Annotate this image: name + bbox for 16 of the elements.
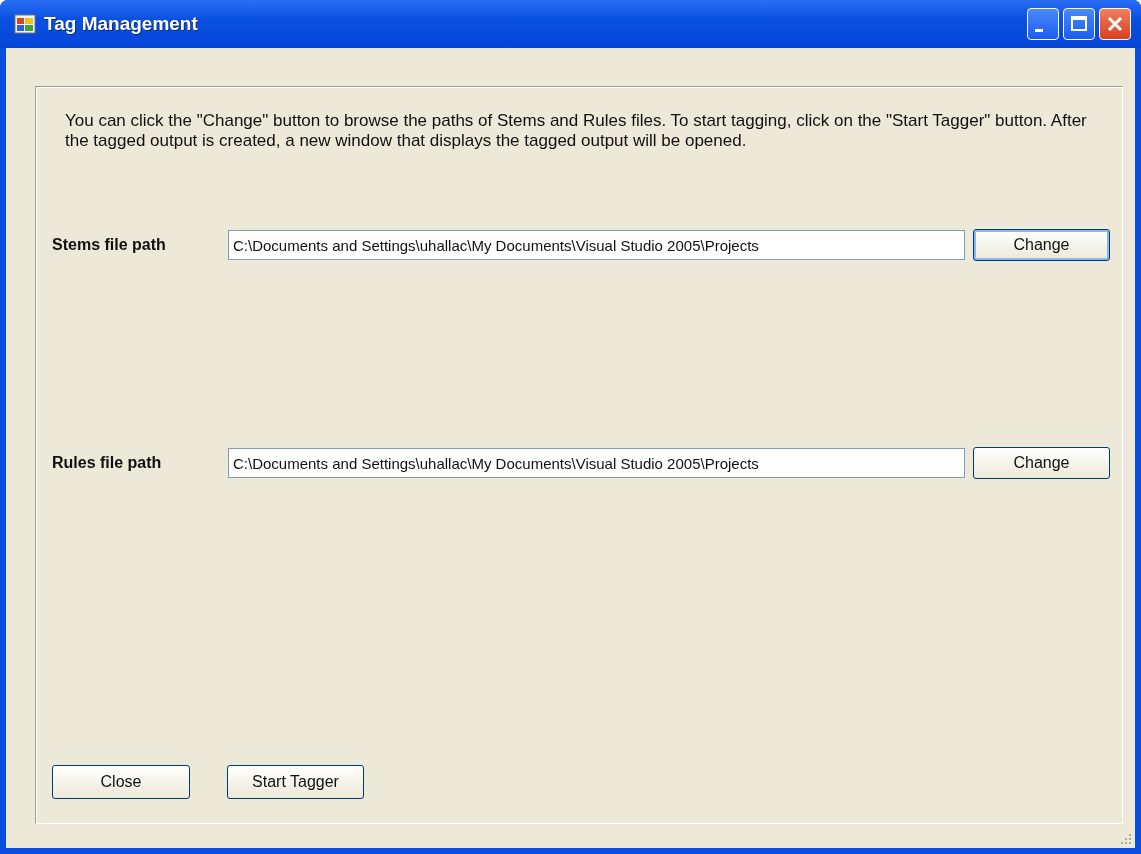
window-title: Tag Management [44,13,199,35]
close-window-button[interactable] [1099,8,1131,40]
app-icon [14,14,36,34]
change-button[interactable]: Change [973,447,1110,479]
change-button[interactable]: Change [973,229,1110,261]
start-tagger-button[interactable]: Start Tagger [227,765,364,799]
minimize-icon [1035,28,1043,32]
close-button[interactable]: Close [52,765,190,799]
minimize-button[interactable] [1027,8,1059,40]
field-label: Stems file path [52,236,167,254]
path-field[interactable]: C:\Documents and Settings\uhallac\My Documents\Visual Studio 2005\Projects [228,448,965,478]
resize-grip-icon [1119,832,1133,846]
path-field[interactable]: C:\Documents and Settings\uhallac\My Documents\Visual Studio 2005\Projects [228,230,965,260]
maximize-button[interactable] [1063,8,1095,40]
field-label: Rules file path [52,454,163,472]
description-text: You can click the "Change" button to browse the paths of Stems and Rules files. To start tagging, click on the "Start Tagger" button. After the tagged output is created, a new window that displays the tagged output will be opened. [65,111,1088,151]
